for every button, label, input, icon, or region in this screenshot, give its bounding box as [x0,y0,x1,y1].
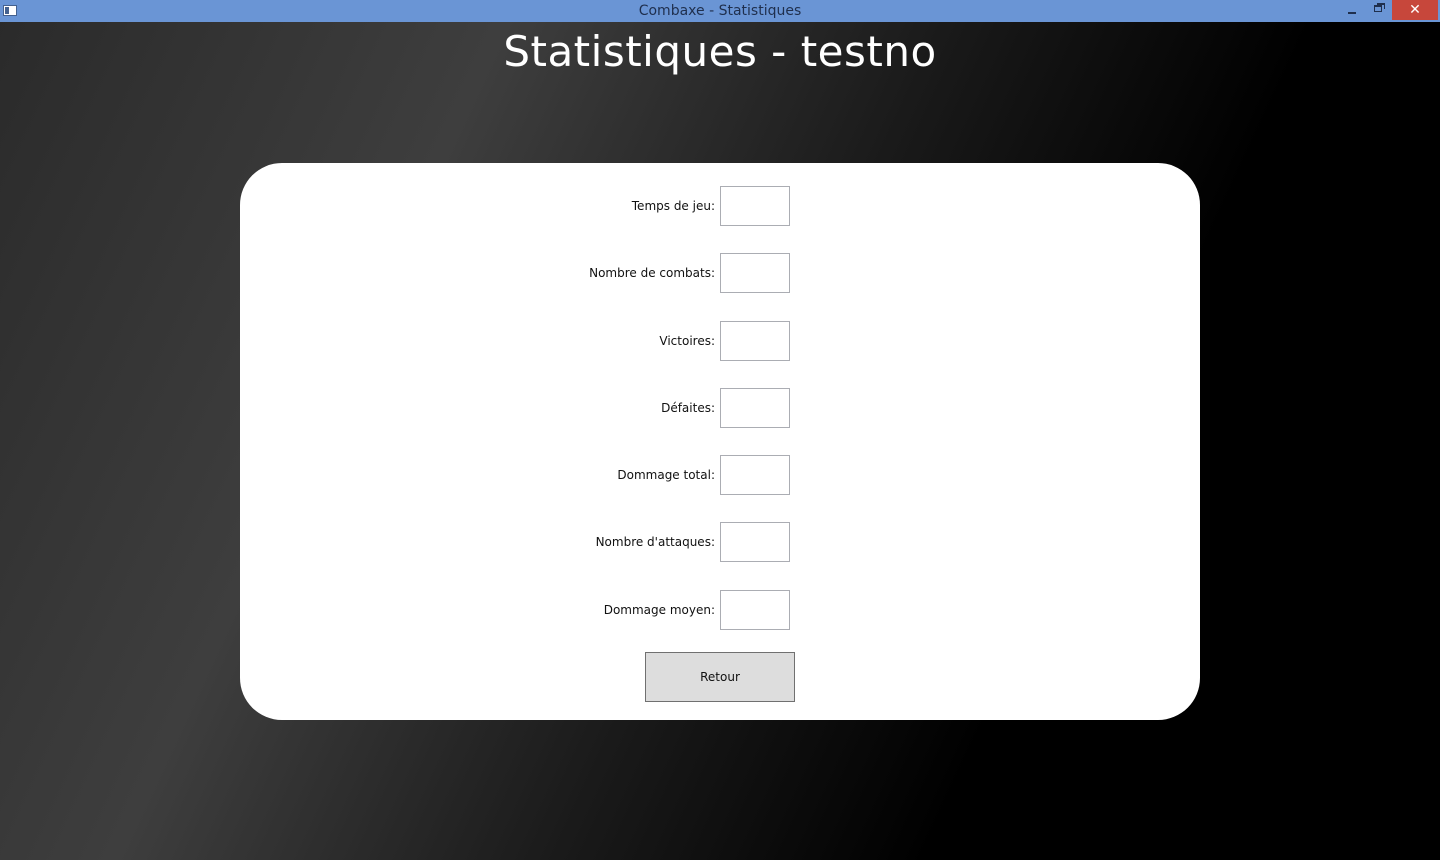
stats-panel: Temps de jeu: Nombre de combats: Victoir… [240,163,1200,720]
minimize-button[interactable] [1340,0,1364,20]
stat-row-dommage-moyen: Dommage moyen: [240,590,1200,630]
page-title: Statistiques - testno [503,27,937,76]
nombre-d-attaques-field[interactable] [720,522,790,562]
stat-row-nombre-de-combats: Nombre de combats: [240,253,1200,293]
retour-button[interactable]: Retour [645,652,795,702]
stat-row-nombre-d-attaques: Nombre d'attaques: [240,522,1200,562]
stat-row-dommage-total: Dommage total: [240,455,1200,495]
nombre-de-combats-field[interactable] [720,253,790,293]
temps-de-jeu-field[interactable] [720,186,790,226]
victoires-field[interactable] [720,321,790,361]
stat-label: Nombre d'attaques: [595,535,715,549]
title-bar[interactable]: Combaxe - Statistiques ✕ [0,0,1440,22]
stat-label: Nombre de combats: [589,266,715,280]
stat-row-temps-de-jeu: Temps de jeu: [240,186,1200,226]
close-icon: ✕ [1409,2,1421,18]
dommage-moyen-field[interactable] [720,590,790,630]
window-title: Combaxe - Statistiques [638,3,802,19]
restore-button[interactable] [1366,0,1390,20]
dommage-total-field[interactable] [720,455,790,495]
close-button[interactable]: ✕ [1392,0,1438,20]
stat-label: Dommage total: [617,468,715,482]
stat-label: Dommage moyen: [603,603,715,617]
stat-row-victoires: Victoires: [240,321,1200,361]
stat-label: Victoires: [659,334,715,348]
stat-label: Temps de jeu: [631,199,715,213]
minimize-icon [1348,12,1356,14]
app-window: Combaxe - Statistiques ✕ Statistiques - … [0,0,1440,860]
stat-label: Défaites: [661,401,715,415]
stat-row-defaites: Défaites: [240,388,1200,428]
defaites-field[interactable] [720,388,790,428]
